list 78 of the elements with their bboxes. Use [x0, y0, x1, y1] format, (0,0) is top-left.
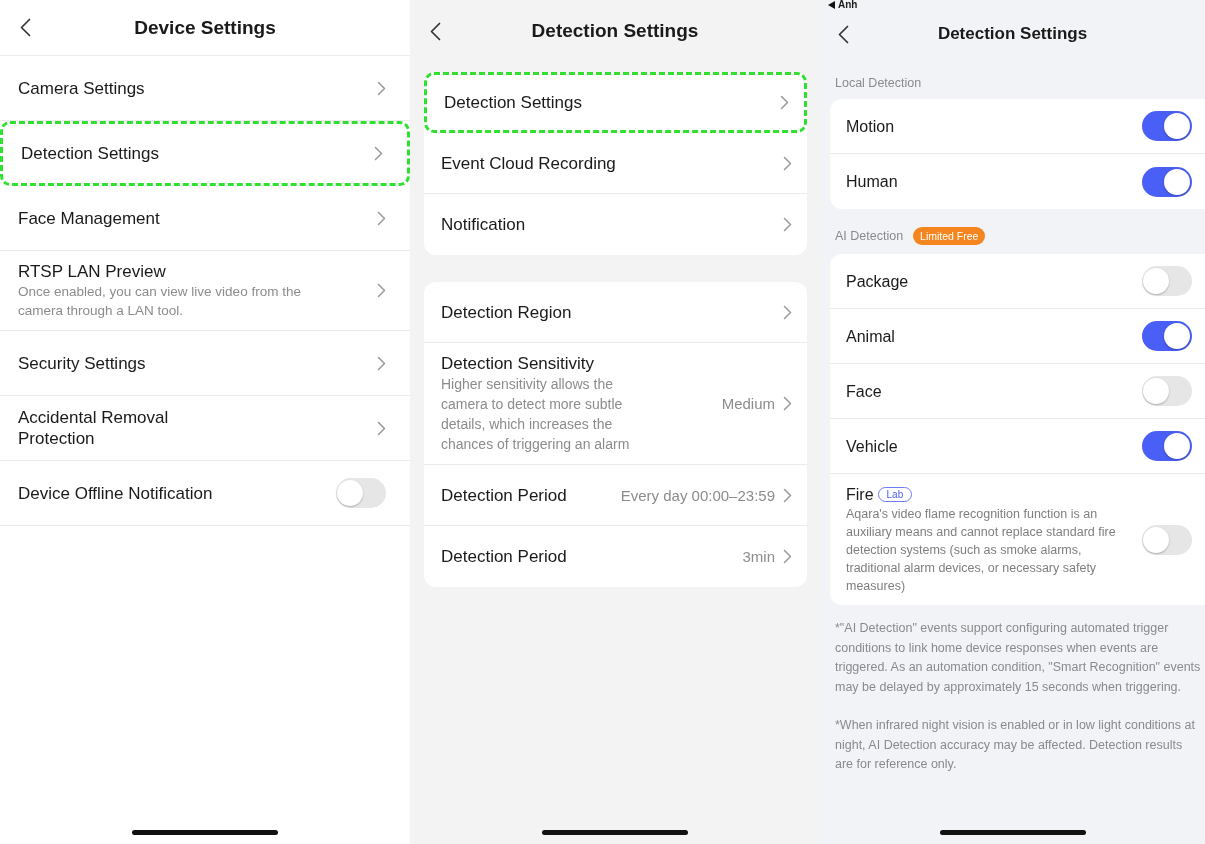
toggle-switch[interactable] — [336, 478, 386, 508]
chevron-right-icon — [783, 549, 792, 564]
row-description: Higher sensitivity allows the camera to detect more subtle details, which increases the chances of triggering an alarm — [441, 375, 631, 454]
row-label: Accidental Removal Protection — [18, 407, 170, 449]
row-description: Aqara's video flame recognition function is an auxiliary means and cannot replace standard fire detection systems (such as smoke alarms, traditional alarm devices, or necessary safety measures) — [846, 506, 1117, 595]
row-label: Motion — [846, 116, 895, 137]
row-label: Device Offline Notification — [18, 482, 213, 504]
row-label: Face Management — [18, 207, 160, 229]
row-label: Event Cloud Recording — [441, 152, 616, 174]
screen-title: Detection Settings — [937, 24, 1088, 44]
toggle-switch[interactable] — [1142, 266, 1192, 296]
row-label: Human — [846, 172, 898, 192]
footnote-text: *When infrared night vision is enabled or in low light conditions at night, AI Detection accuracy may be affected. Detection results are for reference only. — [835, 717, 1196, 773]
settings-row[interactable]: Package — [830, 254, 1205, 309]
row-label: Fire — [846, 485, 874, 505]
settings-row[interactable]: Motion — [830, 99, 1205, 154]
chevron-right-icon — [783, 217, 792, 232]
toggle-switch[interactable] — [1142, 524, 1192, 555]
back-triangle-icon — [828, 1, 835, 9]
settings-row[interactable]: Vehicle — [830, 419, 1205, 474]
toggle-switch[interactable] — [1142, 431, 1192, 461]
row-label: RTSP LAN Preview — [18, 261, 166, 282]
row-label: Security Settings — [18, 352, 146, 374]
chevron-right-icon — [377, 283, 386, 298]
row-label: Package — [846, 271, 909, 292]
chevron-right-icon — [783, 155, 792, 171]
chevron-right-icon — [783, 304, 792, 320]
chevron-right-icon — [377, 420, 386, 436]
chevron-right-icon — [783, 487, 792, 503]
settings-row[interactable]: Human — [830, 154, 1205, 209]
settings-row[interactable]: Device Offline Notification — [0, 461, 410, 526]
chevron-right-icon — [780, 95, 789, 110]
footnote-text: *"AI Detection" events support configuring automated trigger conditions to link home device responses when events are triggered. As an automation condition, "Smart Recognition" events may be delayed by approximately 15 seconds when triggering. — [835, 620, 1201, 696]
row-label: Notification — [441, 214, 526, 235]
chevron-right-icon — [377, 210, 386, 226]
screen-title: Device Settings — [134, 16, 276, 39]
settings-row[interactable]: Animal — [830, 309, 1205, 364]
back-button[interactable] — [430, 21, 441, 41]
back-icon — [20, 18, 31, 37]
row-label: Vehicle — [846, 436, 898, 457]
chevron-right-icon — [374, 146, 383, 161]
row-value: Every day 00:00–23:59 — [620, 486, 775, 504]
settings-row[interactable]: Face — [830, 364, 1205, 419]
chevron-right-icon — [377, 355, 386, 371]
row-label: Detection Sensitivity — [441, 353, 595, 374]
row-label: Camera Settings — [18, 77, 145, 99]
toggle-switch[interactable] — [1142, 166, 1192, 197]
settings-row[interactable]: Detection Sensitivity Higher sensitivity allows the camera to detect more subtle details, which increases the chances of triggering an alarm Medium — [424, 343, 807, 465]
promo-badge: Limited Free — [913, 227, 986, 245]
toggle-switch[interactable] — [1142, 321, 1192, 351]
screen-title: Detection Settings — [531, 20, 699, 42]
row-label: Detection Settings — [21, 143, 159, 164]
back-button[interactable] — [20, 18, 31, 37]
row-description: Once enabled, you can view live video from the camera through a LAN tool. — [18, 283, 302, 320]
section-title: AI Detection — [835, 229, 904, 243]
back-icon — [838, 24, 849, 44]
settings-row[interactable]: Notification — [424, 194, 807, 255]
row-label: Animal — [846, 326, 895, 347]
row-label: Detection Settings — [444, 92, 582, 113]
settings-row[interactable]: Event Cloud Recording — [424, 133, 807, 194]
settings-row[interactable]: Detection Region — [424, 282, 807, 343]
row-label: Detection Period — [441, 546, 567, 567]
settings-row[interactable]: Detection Period 3min — [424, 526, 807, 587]
row-value: Medium — [721, 395, 775, 412]
section-title: Local Detection — [835, 76, 922, 90]
status-back-link[interactable]: Anh — [838, 0, 858, 10]
chevron-right-icon — [377, 80, 386, 96]
chevron-right-icon — [783, 396, 792, 411]
toggle-switch[interactable] — [1142, 376, 1192, 406]
settings-row[interactable]: Detection Period Every day 00:00–23:59 — [424, 465, 807, 526]
toggle-switch[interactable] — [1142, 111, 1192, 141]
back-button[interactable] — [838, 24, 849, 44]
settings-row[interactable]: Detection Settings — [424, 72, 807, 133]
row-label: Face — [846, 381, 882, 402]
row-label: Detection Period — [441, 484, 567, 506]
back-icon — [430, 21, 441, 41]
row-value: 3min — [742, 548, 775, 565]
row-label: Detection Region — [441, 301, 572, 323]
